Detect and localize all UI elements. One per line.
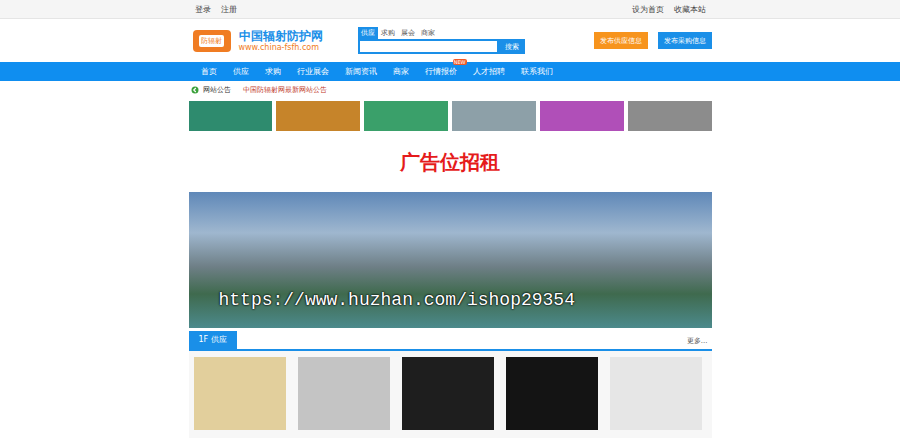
nav-bar: 首页供应求购行业展会新闻资讯商家行情报价NEW人才招聘联系我们 [0, 62, 900, 81]
hero-banner[interactable]: https://www.huzhan.com/ishop29354 [189, 192, 712, 328]
search-tab[interactable]: 商家 [418, 27, 438, 39]
search: 供应求购展会商家 搜索 [358, 27, 526, 54]
section-header: 1F 供应 更多... [189, 332, 712, 351]
ad-row [189, 101, 712, 131]
top-link[interactable]: 设为首页 [632, 4, 664, 15]
top-link[interactable]: 收藏本站 [674, 4, 706, 15]
top-link[interactable]: 登录 [195, 4, 211, 15]
logo-icon: 防辐射 [193, 30, 231, 52]
ad-banner[interactable] [364, 101, 448, 131]
top-link[interactable]: 注册 [221, 4, 237, 15]
ad-banner[interactable] [540, 101, 624, 131]
product-card[interactable] [298, 357, 390, 430]
post-button[interactable]: 发布采购信息 [658, 32, 712, 49]
search-input[interactable] [358, 39, 499, 54]
product-card[interactable] [194, 357, 286, 430]
nav-item[interactable]: 联系我们 [513, 66, 561, 77]
search-tab[interactable]: 求购 [378, 27, 398, 39]
post-button[interactable]: 发布供应信息 [594, 32, 648, 49]
nav-item[interactable]: 求购 [257, 66, 289, 77]
logo[interactable]: 防辐射 中国辐射防护网 www.china-fsfh.com [193, 29, 358, 53]
nav-item[interactable]: 人才招聘 [465, 66, 513, 77]
watermark: https://www.huzhan.com/ishop29354 [219, 290, 575, 310]
more-link[interactable]: 更多... [683, 336, 712, 349]
product-card[interactable] [506, 357, 598, 430]
search-tab[interactable]: 展会 [398, 27, 418, 39]
nav-item[interactable]: 行情报价NEW [417, 66, 465, 77]
ad-banner[interactable] [276, 101, 360, 131]
top-bar: 登录注册 设为首页收藏本站 [0, 0, 900, 19]
page: 登录注册 设为首页收藏本站 防辐射 中国辐射防护网 www.china-fsfh… [0, 0, 900, 444]
promo-text: 广告位招租 [189, 149, 712, 175]
product-card[interactable] [402, 357, 494, 430]
nav-item[interactable]: 商家 [385, 66, 417, 77]
product-grid [189, 351, 712, 438]
arrow-icon [191, 86, 199, 94]
nav-item[interactable]: 供应 [225, 66, 257, 77]
header: 防辐射 中国辐射防护网 www.china-fsfh.com 供应求购展会商家 … [189, 19, 712, 62]
product-card[interactable] [610, 357, 702, 430]
nav-item[interactable]: 首页 [193, 66, 225, 77]
ad-banner[interactable] [452, 101, 536, 131]
new-badge: NEW [453, 59, 467, 65]
notice-link[interactable]: 中国防辐射网最新网站公告 [243, 85, 327, 95]
notice-label: 网站公告 [203, 85, 231, 95]
nav-item[interactable]: 行业展会 [289, 66, 337, 77]
search-button[interactable]: 搜索 [499, 39, 525, 54]
ad-banner[interactable] [189, 101, 273, 131]
ad-banner[interactable] [628, 101, 712, 131]
nav-item[interactable]: 新闻资讯 [337, 66, 385, 77]
search-tab[interactable]: 供应 [358, 27, 378, 39]
notice-bar: 网站公告 中国防辐射网最新网站公告 [189, 83, 712, 97]
section-tab: 1F 供应 [189, 331, 237, 349]
